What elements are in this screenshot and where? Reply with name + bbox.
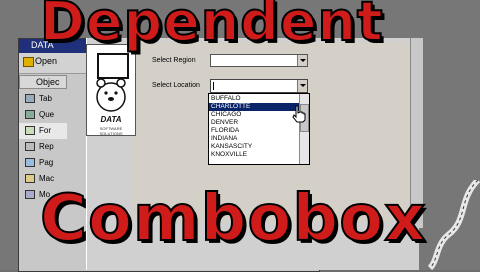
logo-subtext: SOFTWARE SOLUTIONS: [99, 126, 123, 136]
open-button-label: Open: [35, 56, 58, 66]
bear-mascot-icon: [96, 78, 126, 112]
rope-icon: [428, 180, 480, 270]
report-icon: [25, 142, 35, 151]
form-icon: [25, 126, 35, 135]
video-title-bottom: Combobox: [39, 181, 427, 257]
region-dropdown-button[interactable]: [297, 55, 307, 66]
location-option[interactable]: BUFFALO: [209, 95, 301, 103]
open-folder-icon: [23, 57, 34, 67]
location-option[interactable]: KANSASCITY: [209, 143, 301, 151]
object-item-tables[interactable]: Tab: [19, 91, 67, 107]
object-item-forms[interactable]: For: [19, 123, 67, 139]
location-option[interactable]: INDIANA: [209, 135, 301, 143]
hand-pointer-icon: [292, 105, 306, 123]
location-option[interactable]: FLORIDA: [209, 127, 301, 135]
open-button[interactable]: Open: [23, 56, 58, 67]
query-icon: [25, 110, 35, 119]
location-dropdown-button[interactable]: [297, 80, 307, 92]
text-caret: [213, 82, 214, 90]
object-item-queries[interactable]: Que: [19, 107, 67, 123]
object-item-label: Que: [39, 110, 55, 119]
location-option[interactable]: DENVER: [209, 119, 301, 127]
module-icon: [25, 190, 35, 199]
logo-text: DATA: [100, 115, 122, 124]
location-dropdown-list[interactable]: BUFFALO CHARLOTTE CHICAGO DENVER FLORIDA…: [208, 93, 310, 165]
video-title-top: Dependent: [39, 0, 384, 54]
objects-label: Objec: [36, 77, 60, 87]
select-location-label: Select Location: [152, 82, 200, 89]
object-item-label: For: [39, 126, 51, 135]
macro-icon: [25, 174, 35, 183]
chevron-down-icon: [300, 84, 306, 87]
object-item-pages[interactable]: Pag: [19, 155, 67, 171]
select-region-label: Select Region: [152, 57, 196, 64]
region-combobox[interactable]: [210, 54, 308, 67]
chevron-down-icon: [300, 59, 306, 62]
location-option[interactable]: KNOXVILLE: [209, 151, 301, 159]
location-combobox[interactable]: [210, 79, 308, 93]
location-option[interactable]: CHICAGO: [209, 111, 301, 119]
company-logo: DATA SOFTWARE SOLUTIONS: [86, 44, 136, 136]
object-item-reports[interactable]: Rep: [19, 139, 67, 155]
object-item-label: Tab: [39, 94, 52, 103]
object-item-label: Rep: [39, 142, 54, 151]
location-option-selected[interactable]: CHARLOTTE: [209, 103, 301, 111]
object-item-label: Pag: [39, 158, 54, 167]
table-icon: [25, 94, 35, 103]
objects-header[interactable]: Objec: [19, 75, 67, 89]
page-icon: [25, 158, 35, 167]
